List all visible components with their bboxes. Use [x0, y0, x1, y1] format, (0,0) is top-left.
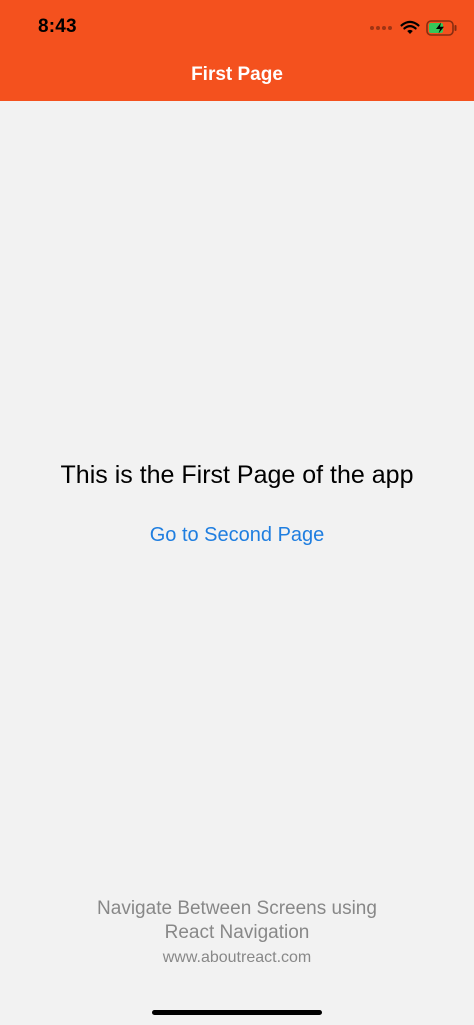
footer-line-2: React Navigation: [164, 922, 310, 943]
page-description: This is the First Page of the app: [60, 461, 414, 489]
footer: Navigate Between Screens using React Nav…: [0, 897, 474, 969]
go-to-second-page-button[interactable]: Go to Second Page: [137, 520, 337, 550]
wifi-icon: [400, 20, 420, 34]
status-icons: [368, 18, 458, 38]
battery-charging-icon: [426, 20, 457, 36]
navigation-header: 8:43 First Page: [0, 0, 474, 101]
footer-line-1: Navigate Between Screens using: [97, 898, 377, 919]
cellular-signal-icon: [368, 26, 392, 30]
home-indicator: [152, 1010, 322, 1015]
header-title: First Page: [191, 64, 283, 85]
footer-url: www.aboutreact.com: [162, 949, 312, 966]
status-time: 8:43: [38, 16, 77, 37]
